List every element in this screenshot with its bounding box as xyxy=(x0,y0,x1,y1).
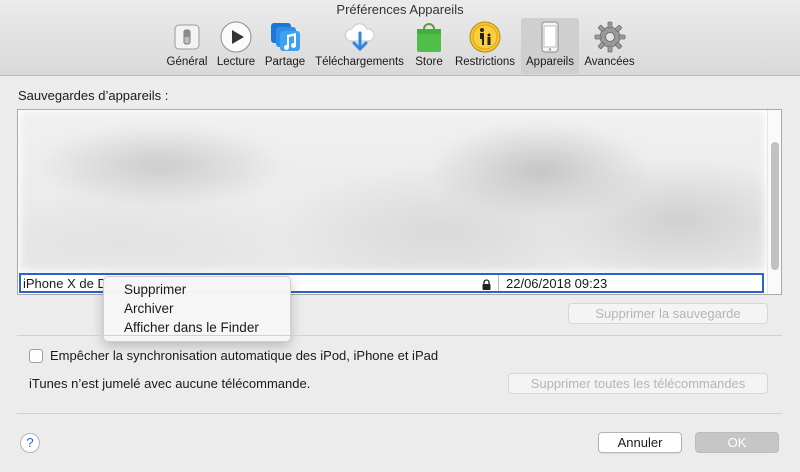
tab-restrictions-label: Restrictions xyxy=(454,56,516,68)
tab-advanced[interactable]: Avancées xyxy=(582,18,637,74)
window-toolbar: Préférences Appareils Général Lecture Pa… xyxy=(0,0,800,76)
tab-devices-label: Appareils xyxy=(526,56,574,68)
backup-date: 22/06/2018 09:23 xyxy=(506,276,608,291)
backups-list[interactable] xyxy=(17,109,782,295)
tab-general[interactable]: Général xyxy=(164,18,210,74)
tab-playback-label: Lecture xyxy=(216,56,256,68)
tab-sharing[interactable]: Partage xyxy=(262,18,308,74)
menu-item-delete[interactable]: Supprimer xyxy=(104,280,290,299)
context-menu: Supprimer Archiver Afficher dans le Find… xyxy=(103,276,291,342)
separator xyxy=(17,413,782,414)
window-title: Préférences Appareils xyxy=(336,2,464,17)
lock-icon xyxy=(482,278,491,293)
remote-status-text: iTunes n’est jumelé avec aucune télécomm… xyxy=(29,376,311,391)
tab-devices[interactable]: Appareils xyxy=(521,18,579,74)
help-button[interactable]: ? xyxy=(20,433,40,453)
separator xyxy=(17,335,782,336)
ok-button[interactable]: OK xyxy=(695,432,779,453)
tab-downloads-label: Téléchargements xyxy=(315,56,404,68)
tab-general-label: Général xyxy=(166,56,208,68)
shopping-bag-icon xyxy=(412,20,446,54)
delete-remotes-button[interactable]: Supprimer toutes les télécommandes xyxy=(508,373,768,394)
play-icon xyxy=(219,20,253,54)
prevent-sync-label: Empêcher la synchronisation automatique … xyxy=(50,348,439,363)
backups-section-label: Sauvegardes d’appareils : xyxy=(18,88,169,103)
menu-item-archive[interactable]: Archiver xyxy=(104,299,290,318)
delete-backup-button[interactable]: Supprimer la sauvegarde xyxy=(568,303,768,324)
parental-icon xyxy=(468,20,502,54)
tab-store[interactable]: Store xyxy=(410,18,448,74)
tab-downloads[interactable]: Téléchargements xyxy=(311,18,408,74)
scrollbar-thumb[interactable] xyxy=(771,142,779,270)
phone-icon xyxy=(533,20,567,54)
tab-advanced-label: Avancées xyxy=(584,56,635,68)
tab-store-label: Store xyxy=(415,56,443,68)
column-divider xyxy=(498,275,499,291)
tab-playback[interactable]: Lecture xyxy=(212,18,260,74)
prevent-sync-checkbox[interactable] xyxy=(29,349,43,363)
blurred-backup-rows xyxy=(20,111,765,271)
tab-sharing-label: Partage xyxy=(264,56,306,68)
backups-scrollbar[interactable] xyxy=(767,110,781,294)
backup-device-name: iPhone X de D xyxy=(23,276,107,291)
cancel-button[interactable]: Annuler xyxy=(598,432,682,453)
switch-icon xyxy=(170,20,204,54)
cloud-download-icon xyxy=(343,20,377,54)
music-note-icon xyxy=(268,20,302,54)
gear-icon xyxy=(593,20,627,54)
tab-restrictions[interactable]: Restrictions xyxy=(451,18,519,74)
